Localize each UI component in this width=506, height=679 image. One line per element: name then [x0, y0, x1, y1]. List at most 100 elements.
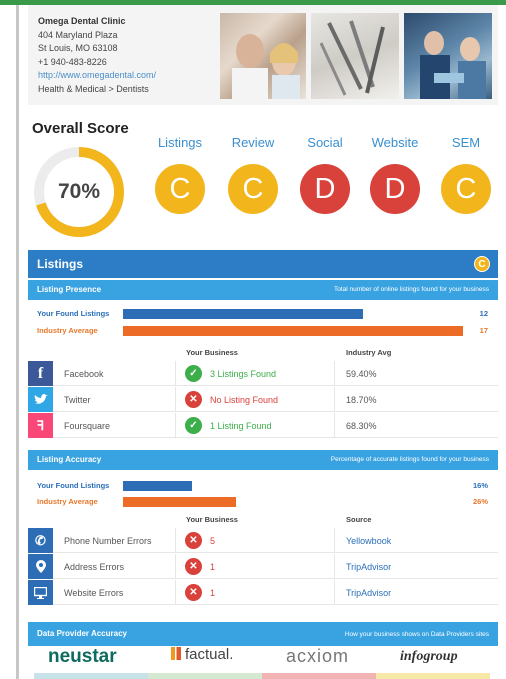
status-text: No Listing Found: [210, 395, 279, 405]
factual-logo-text: factual.: [185, 646, 234, 663]
table-row: Twitter ✕ No Listing Found 18.70%: [28, 387, 498, 412]
column-header-your-business: Your Business: [186, 515, 238, 524]
category-sem[interactable]: SEM C: [436, 135, 496, 214]
listing-presence-description: Total number of online listings found fo…: [333, 286, 489, 293]
dentist-photo: [220, 13, 306, 99]
bar-value: 12: [479, 309, 488, 318]
bottom-color-strip: [34, 673, 490, 679]
left-border: [16, 5, 19, 679]
grade-badge: C: [441, 164, 491, 214]
overall-score-value: 70%: [57, 180, 101, 203]
bar-value: 17: [479, 326, 488, 335]
check-icon: ✓: [185, 417, 202, 434]
listings-section-header: Listings C: [28, 250, 498, 278]
x-icon: ✕: [185, 584, 202, 601]
check-icon: ✓: [185, 365, 202, 382]
x-icon: ✕: [185, 558, 202, 575]
source-link[interactable]: TripAdvisor: [346, 588, 391, 598]
x-icon: ✕: [185, 391, 202, 408]
category-label: Website: [371, 135, 419, 150]
listing-presence-header: Listing Presence Total number of online …: [28, 280, 498, 300]
column-header-your-business: Your Business: [186, 348, 238, 357]
bar-label: Industry Average: [37, 497, 98, 506]
error-type: Website Errors: [64, 588, 124, 598]
source-link[interactable]: Yellowbook: [346, 536, 391, 546]
your-accuracy-bar: [123, 481, 192, 491]
data-provider-title: Data Provider Accuracy: [37, 629, 127, 638]
acxiom-logo: acxiom: [286, 646, 350, 666]
error-count-cell: ✕ 5: [175, 528, 335, 553]
twitter-icon: [28, 387, 53, 412]
table-row: ✆ Phone Number Errors ✕ 5 Yellowbook: [28, 528, 498, 553]
grade-badge: D: [370, 164, 420, 214]
listing-accuracy-header: Listing Accuracy Percentage of accurate …: [28, 450, 498, 470]
address-line-2: St Louis, MO 63108: [38, 43, 118, 53]
error-count-cell: ✕ 1: [175, 580, 335, 605]
business-name: Omega Dental Clinic: [38, 16, 126, 26]
industry-average-bar: [123, 326, 463, 336]
error-type: Phone Number Errors: [64, 536, 152, 546]
category-label: Social: [307, 135, 343, 150]
data-provider-description: How your business shows on Data Provider…: [344, 631, 489, 638]
category-listings[interactable]: Listings C: [150, 135, 210, 214]
column-header-industry-avg: Industry Avg: [346, 348, 392, 357]
your-listings-bar-row: Your Found Listings 12: [28, 307, 498, 320]
error-count-cell: ✕ 1: [175, 554, 335, 579]
industry-average-bar-row: Industry Average 17: [28, 324, 498, 337]
error-count: 1: [210, 562, 216, 572]
grade-badge: C: [228, 164, 278, 214]
factual-mark-icon: [171, 647, 181, 660]
status-text: 1 Listing Found: [210, 421, 272, 431]
dental-tools-photo: [311, 13, 399, 99]
grade-badge: C: [155, 164, 205, 214]
bar-label: Industry Average: [37, 326, 98, 335]
status-cell: ✕ No Listing Found: [175, 387, 335, 412]
industry-accuracy-bar: [123, 497, 236, 507]
bar-label: Your Found Listings: [37, 309, 110, 318]
industry-avg-value: 68.30%: [346, 421, 377, 431]
dental-procedure-photo: [404, 13, 492, 99]
source-link[interactable]: TripAdvisor: [346, 562, 391, 572]
error-count: 5: [210, 536, 216, 546]
factual-logo: factual.: [171, 646, 233, 663]
table-row: f Facebook ✓ 3 Listings Found 59.40%: [28, 361, 498, 386]
error-type: Address Errors: [64, 562, 125, 572]
address-line-1: 404 Maryland Plaza: [38, 29, 118, 40]
phone-icon: ✆: [28, 528, 53, 553]
category-website[interactable]: Website D: [365, 135, 425, 214]
status-text: 3 Listings Found: [210, 369, 277, 379]
monitor-icon: [28, 580, 53, 605]
report-page: Omega Dental Clinic 404 Maryland Plaza S…: [28, 5, 498, 646]
category-review[interactable]: Review C: [223, 135, 283, 214]
category-label: Listings: [157, 135, 203, 150]
your-listings-bar: [123, 309, 363, 319]
website-link[interactable]: http://www.omegadental.com/: [38, 69, 156, 83]
table-row: ꟻ Foursquare ✓ 1 Listing Found 68.30%: [28, 413, 498, 438]
listing-accuracy-description: Percentage of accurate listings found fo…: [330, 456, 489, 463]
status-cell: ✓ 3 Listings Found: [175, 361, 335, 386]
error-count: 1: [210, 588, 216, 598]
site-name: Facebook: [64, 369, 104, 379]
site-name: Twitter: [64, 395, 91, 405]
your-listings-bar-row: Your Found Listings 16%: [28, 479, 498, 492]
category-label: Review: [231, 135, 275, 150]
bar-value: 26%: [472, 497, 488, 506]
category-social[interactable]: Social D: [295, 135, 355, 214]
listing-accuracy-title: Listing Accuracy: [37, 455, 102, 464]
overall-score-title: Overall Score: [32, 120, 129, 137]
bar-label: Your Found Listings: [37, 481, 110, 490]
status-cell: ✓ 1 Listing Found: [175, 413, 335, 438]
listings-title: Listings: [37, 257, 84, 271]
industry-avg-value: 18.70%: [346, 395, 377, 405]
facebook-icon: f: [28, 361, 53, 386]
business-header: Omega Dental Clinic 404 Maryland Plaza S…: [28, 5, 498, 105]
category-label: SEM: [451, 135, 481, 150]
industry-average-bar-row: Industry Average 26%: [28, 495, 498, 508]
bar-value: 16%: [472, 481, 488, 490]
business-category: Health & Medical > Dentists: [38, 83, 149, 94]
phone-number: +1 940-483-8226: [38, 56, 107, 67]
location-pin-icon: [28, 554, 53, 579]
industry-avg-value: 59.40%: [346, 369, 377, 379]
grade-badge: D: [300, 164, 350, 214]
x-icon: ✕: [185, 532, 202, 549]
